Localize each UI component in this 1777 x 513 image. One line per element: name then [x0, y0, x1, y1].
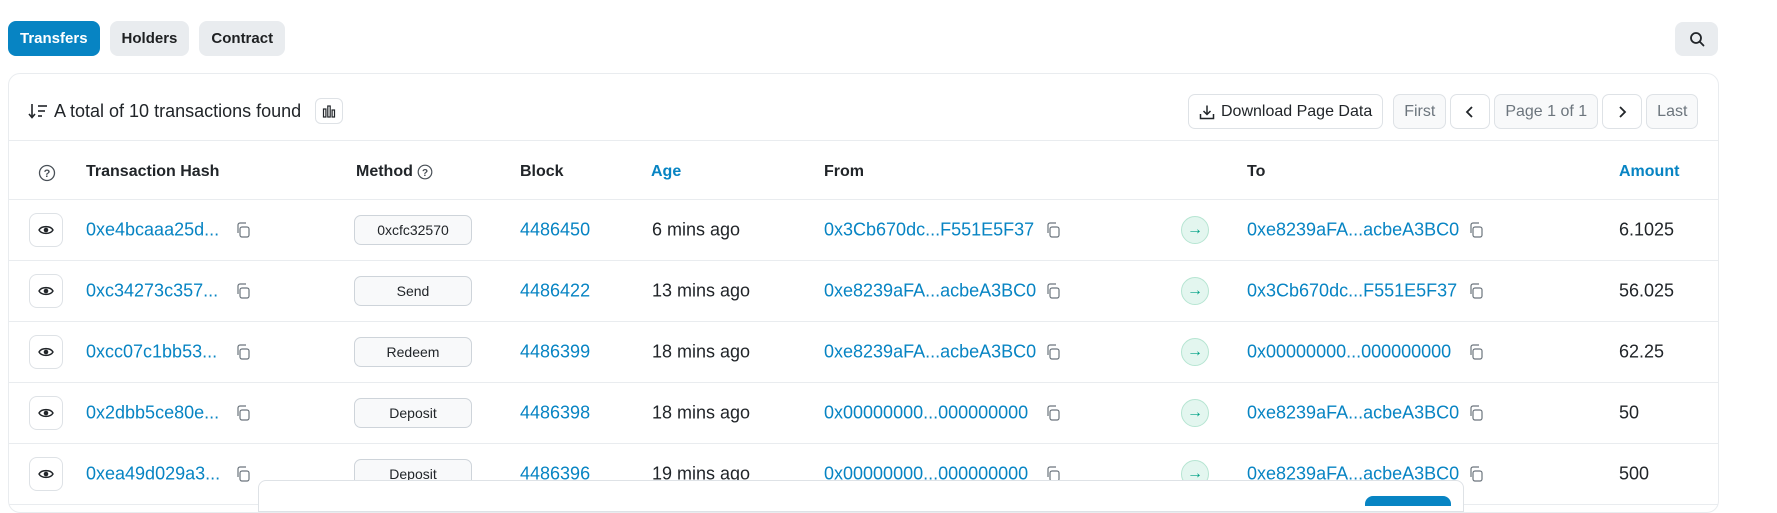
- view-details-button[interactable]: [29, 274, 63, 308]
- tab-contract[interactable]: Contract: [199, 21, 286, 56]
- copy-icon[interactable]: [1468, 466, 1484, 482]
- column-header-to: To: [1247, 163, 1266, 180]
- help-circle-icon[interactable]: ?: [38, 164, 56, 182]
- table-row: 0xe4bcaaa25d... 0xcfc32570 4486450 6 mins a…: [9, 200, 1718, 260]
- method-badge: Send: [354, 276, 472, 306]
- from-address-link[interactable]: 0xe8239aFA...acbeA3BC0: [824, 281, 1036, 302]
- arrow-right-icon: →: [1181, 338, 1209, 366]
- first-page-button[interactable]: First: [1393, 94, 1447, 129]
- method-badge: Deposit: [354, 398, 472, 428]
- eye-icon: [38, 285, 54, 297]
- block-link[interactable]: 4486399: [520, 342, 590, 363]
- column-header-method-label: Method: [356, 163, 413, 180]
- arrow-right-icon: →: [1181, 216, 1209, 244]
- copy-icon[interactable]: [235, 283, 251, 299]
- view-details-button[interactable]: [29, 213, 63, 247]
- block-link[interactable]: 4486450: [520, 220, 590, 241]
- pagination: First Page 1 of 1 Last: [1393, 94, 1699, 129]
- view-details-button[interactable]: [29, 457, 63, 491]
- download-page-data-button[interactable]: Download Page Data: [1188, 94, 1384, 129]
- block-link[interactable]: 4486422: [520, 281, 590, 302]
- search-button[interactable]: [1675, 22, 1718, 56]
- copy-icon[interactable]: [235, 344, 251, 360]
- to-address-link[interactable]: 0xe8239aFA...acbeA3BC0: [1247, 403, 1459, 424]
- column-header-block: Block: [520, 163, 564, 180]
- svg-text:?: ?: [44, 168, 51, 180]
- method-badge: Redeem: [354, 337, 472, 367]
- amount-text: 62.25: [1619, 341, 1665, 362]
- header-top-divider: [9, 140, 1718, 141]
- tab-transfers[interactable]: Transfers: [8, 21, 100, 56]
- copy-icon[interactable]: [235, 405, 251, 421]
- transaction-hash-link[interactable]: 0xea49d029a3...: [86, 464, 220, 485]
- chart-button[interactable]: [315, 98, 344, 124]
- amount-text: 50: [1619, 402, 1640, 423]
- column-header-method: Method ?: [356, 163, 433, 181]
- prev-page-button[interactable]: [1450, 94, 1491, 129]
- info-circle-icon[interactable]: ?: [417, 164, 433, 180]
- eye-icon: [38, 407, 54, 419]
- view-details-button[interactable]: [29, 335, 63, 369]
- arrow-right-icon: →: [1181, 277, 1209, 305]
- copy-icon[interactable]: [1045, 283, 1061, 299]
- page-indicator: Page 1 of 1: [1494, 94, 1599, 129]
- to-address-link[interactable]: 0x3Cb670dc...F551E5F37: [1247, 281, 1457, 302]
- column-header-amount[interactable]: Amount: [1619, 163, 1679, 181]
- eye-icon: [38, 346, 54, 358]
- chevron-left-icon: [1466, 105, 1473, 118]
- tab-holders[interactable]: Holders: [109, 21, 190, 56]
- summary-bar: A total of 10 transactions found: [28, 98, 344, 124]
- eye-icon: [38, 224, 54, 236]
- transaction-hash-link[interactable]: 0xc34273c357...: [86, 281, 218, 302]
- age-text: 6 mins ago: [652, 219, 741, 240]
- amount-text: 56.025: [1619, 280, 1675, 301]
- search-icon: [1689, 32, 1704, 47]
- view-details-button[interactable]: [29, 396, 63, 430]
- arrow-right-icon: →: [1181, 399, 1209, 427]
- block-link[interactable]: 4486398: [520, 403, 590, 424]
- copy-icon[interactable]: [1045, 405, 1061, 421]
- age-text: 13 mins ago: [652, 280, 751, 301]
- to-address-link[interactable]: 0x00000000...000000000: [1247, 342, 1451, 363]
- age-text: 18 mins ago: [652, 402, 751, 423]
- copy-icon[interactable]: [1045, 222, 1061, 238]
- eye-icon: [38, 468, 54, 480]
- tab-bar: Transfers Holders Contract: [8, 21, 286, 56]
- table-row: 0xc34273c357... Send 4486422 13 mins ago 0xe…: [9, 261, 1718, 321]
- amount-text: 500: [1619, 463, 1650, 484]
- column-header-hash: Transaction Hash: [86, 163, 220, 180]
- last-page-button[interactable]: Last: [1646, 94, 1699, 129]
- copy-icon[interactable]: [235, 466, 251, 482]
- table-row: 0xcc07c1bb53... Redeem 4486399 18 mins ago 0…: [9, 322, 1718, 382]
- column-header-age[interactable]: Age: [651, 163, 681, 181]
- table-row: 0x2dbb5ce80e... Deposit 4486398 18 mins ago…: [9, 383, 1718, 443]
- svg-text:?: ?: [422, 168, 428, 179]
- transaction-hash-link[interactable]: 0xcc07c1bb53...: [86, 342, 217, 363]
- amount-text: 6.1025: [1619, 219, 1675, 240]
- age-text: 18 mins ago: [652, 341, 751, 362]
- column-header-from: From: [824, 163, 864, 180]
- copy-icon[interactable]: [1468, 283, 1484, 299]
- chevron-right-icon: [1619, 105, 1627, 118]
- copy-icon[interactable]: [1468, 222, 1484, 238]
- sort-icon: [28, 104, 47, 119]
- copy-icon[interactable]: [1468, 344, 1484, 360]
- transaction-hash-link[interactable]: 0x2dbb5ce80e...: [86, 403, 219, 424]
- transaction-count-text: A total of 10 transactions found: [54, 100, 302, 121]
- download-label: Download Page Data: [1221, 102, 1373, 120]
- copy-icon[interactable]: [235, 222, 251, 238]
- download-icon: [1199, 105, 1215, 119]
- from-address-link[interactable]: 0x3Cb670dc...F551E5F37: [824, 220, 1034, 241]
- from-address-link[interactable]: 0x00000000...000000000: [824, 403, 1028, 424]
- method-badge: 0xcfc32570: [354, 215, 472, 245]
- table-toolbar: Download Page Data First Page 1 of 1 Las…: [1188, 94, 1699, 129]
- floating-panel: [258, 480, 1464, 512]
- next-page-button[interactable]: [1602, 94, 1643, 129]
- to-address-link[interactable]: 0xe8239aFA...acbeA3BC0: [1247, 220, 1459, 241]
- copy-icon[interactable]: [1468, 405, 1484, 421]
- transaction-hash-link[interactable]: 0xe4bcaaa25d...: [86, 220, 219, 241]
- bar-chart-icon: [323, 105, 336, 118]
- copy-icon[interactable]: [1045, 344, 1061, 360]
- from-address-link[interactable]: 0xe8239aFA...acbeA3BC0: [824, 342, 1036, 363]
